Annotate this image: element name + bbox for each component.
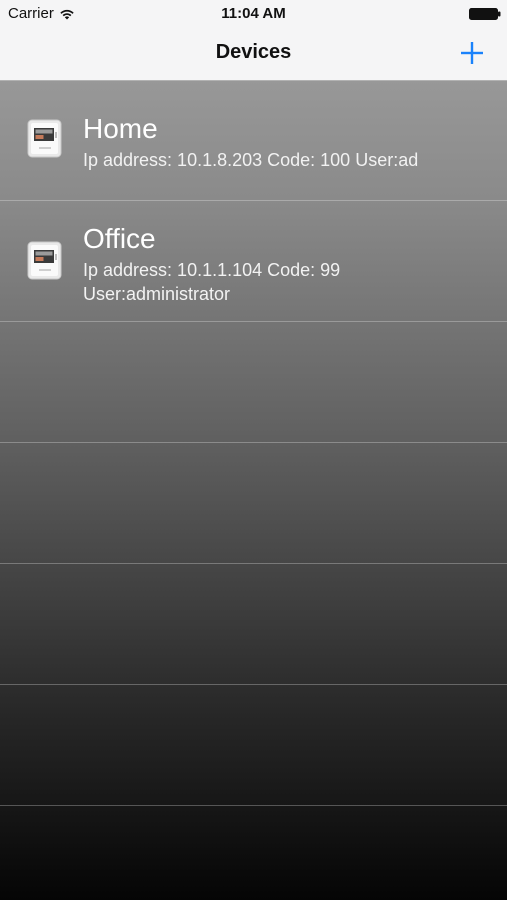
empty-row xyxy=(0,685,507,806)
navigation-bar: Devices xyxy=(0,28,507,78)
devices-screen: Carrier 11:04 AM Devices Home Ip address… xyxy=(0,0,507,900)
device-panel-icon xyxy=(27,119,62,158)
empty-row xyxy=(0,564,507,685)
device-detail: Ip address: 10.1.8.203 Code: 100 User:ad xyxy=(83,150,419,170)
device-list: Home Ip address: 10.1.8.203 Code: 100 Us… xyxy=(0,80,507,806)
add-device-button[interactable] xyxy=(457,38,487,68)
empty-row xyxy=(0,322,507,443)
device-row-office[interactable]: Office Ip address: 10.1.1.104 Code: 99 U… xyxy=(0,201,507,322)
device-detail: Ip address: 10.1.1.104 Code: 99 User:adm… xyxy=(83,260,341,304)
status-time: 11:04 AM xyxy=(221,5,286,22)
status-bar: Carrier 11:04 AM xyxy=(0,0,507,28)
device-panel-icon xyxy=(27,241,62,280)
battery-full-icon xyxy=(469,8,501,20)
page-title: Devices xyxy=(215,41,292,63)
device-name: Office xyxy=(83,223,156,254)
plus-icon xyxy=(461,42,483,64)
device-row-home[interactable]: Home Ip address: 10.1.8.203 Code: 100 Us… xyxy=(0,80,507,201)
header: Carrier 11:04 AM Devices xyxy=(0,0,507,81)
empty-row xyxy=(0,443,507,564)
device-name: Home xyxy=(83,113,158,144)
